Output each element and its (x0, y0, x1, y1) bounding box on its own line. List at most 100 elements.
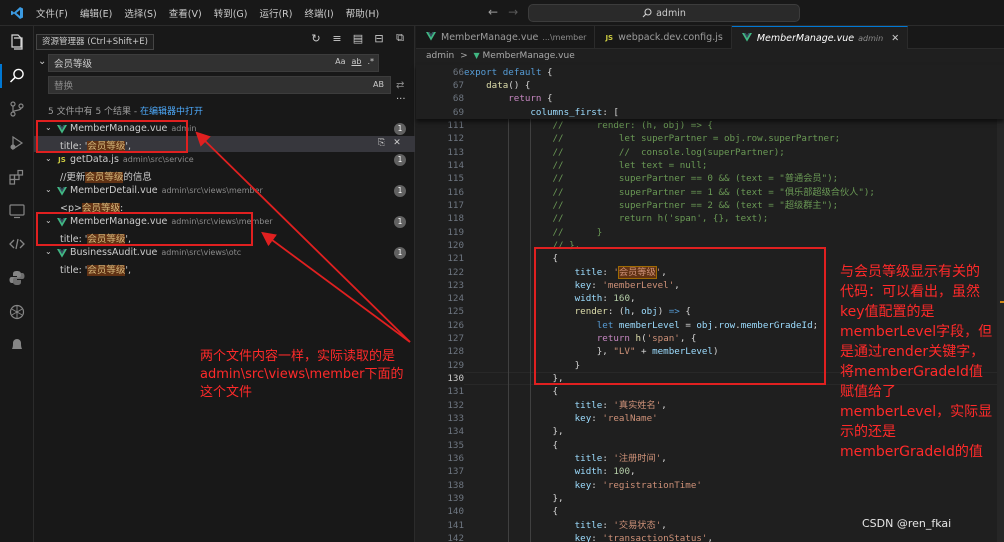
result-file-row[interactable]: ⌄ JS getData.js admin\src\service 1 (34, 152, 415, 168)
sticky-scroll: 66 export default {67 data() {68 return {… (416, 65, 1004, 119)
code-token: { (464, 439, 559, 451)
code-token: key (574, 479, 592, 491)
remote-explorer-icon[interactable] (7, 201, 27, 221)
code-token: { (464, 506, 559, 518)
line-number: 142 (447, 532, 464, 542)
line-number: 115 (447, 173, 464, 185)
toggle-replace-chevron-icon[interactable]: ⌄ (38, 56, 46, 67)
code-line: 139 }, (416, 492, 1004, 505)
use-regex-icon[interactable]: .* (367, 57, 374, 66)
code-token: // let text = null; (552, 159, 708, 171)
code-brackets-icon[interactable] (7, 234, 27, 254)
menu-item[interactable]: 终端(I) (298, 6, 339, 20)
vscode-logo-icon (6, 2, 28, 24)
run-debug-icon[interactable] (7, 133, 27, 153)
menu-item[interactable]: 转到(G) (208, 6, 254, 20)
tab-subtitle: admin (858, 33, 884, 43)
chevron-down-icon[interactable]: ⌄ (45, 185, 52, 194)
result-file-row[interactable]: ⌄ MemberDetail.vue admin\src\views\member 1 (34, 183, 415, 199)
line-number: 111 (447, 120, 464, 131)
line-number: 133 (447, 413, 464, 425)
menu-item[interactable]: 帮助(H) (340, 6, 386, 20)
python-icon[interactable] (7, 268, 27, 288)
close-icon[interactable]: ✕ (891, 33, 899, 44)
indent-guide (530, 119, 531, 542)
code-token: // superPartner == 1 && (text = "俱乐部超级合伙… (552, 186, 875, 198)
back-arrow-icon[interactable]: ← (488, 5, 498, 19)
editor-tab[interactable]: MemberManage.vue admin ✕ (731, 26, 909, 49)
code-token: // } (552, 226, 603, 238)
result-match-row[interactable]: //更新会员等级的信息 (34, 167, 415, 183)
menu-item[interactable]: 文件(F) (30, 6, 74, 20)
code-token: // return h('span', {}, text); (552, 213, 769, 225)
search-view-icon[interactable] (0, 64, 27, 88)
line-number: 131 (447, 386, 464, 398)
code-token: key (574, 413, 592, 425)
editor-scrollbar[interactable] (994, 65, 1004, 542)
code-token: }, (464, 426, 564, 438)
code-token: , (630, 466, 636, 478)
explorer-icon[interactable] (7, 32, 27, 52)
clear-results-icon[interactable]: ≡ (331, 32, 343, 45)
code-token: // render: (h, obj) => { (552, 120, 713, 131)
code-token: { (541, 67, 553, 78)
menu-item[interactable]: 编辑(E) (74, 6, 118, 20)
annotation-line: key值配置的是 (840, 304, 935, 320)
editor-tab[interactable]: JS webpack.dev.config.js (595, 26, 732, 49)
chevron-down-icon[interactable]: ⌄ (45, 247, 52, 256)
code-token: }, (464, 492, 564, 504)
refresh-icon[interactable]: ↻ (310, 32, 322, 45)
bell-icon[interactable] (7, 335, 27, 355)
match-actions: ⎘ ✕ (378, 138, 401, 148)
forward-arrow-icon[interactable]: → (508, 5, 518, 19)
code-token: : (602, 399, 614, 411)
replace-all-icon[interactable]: ⇄ (396, 80, 404, 91)
match-whole-word-icon[interactable]: ab (351, 57, 361, 66)
result-count-badge: 1 (394, 123, 406, 135)
result-file-row[interactable]: ⌄ BusinessAudit.vue admin\src\views\otc 1 (34, 245, 415, 261)
code-token: // // console.log(superPartner); (552, 146, 785, 158)
match-case-icon[interactable]: Aa (335, 57, 345, 66)
line-number: 128 (447, 346, 464, 358)
line-number: 118 (447, 213, 464, 225)
extensions-icon[interactable] (7, 167, 27, 187)
editor-tabs: MemberManage.vue ...\member JS webpack.dev.… (416, 26, 1004, 49)
openai-icon[interactable] (7, 302, 27, 322)
code-token: : (591, 532, 603, 542)
line-number: 127 (447, 333, 464, 345)
chevron-down-icon[interactable]: ⌄ (45, 154, 52, 163)
search-input[interactable]: 会员等级 Aa ab .* (48, 54, 379, 72)
open-in-editor-link[interactable]: 在编辑器中打开 (140, 107, 203, 117)
dismiss-icon[interactable]: ✕ (393, 138, 401, 148)
menu-item[interactable]: 运行(R) (253, 6, 298, 20)
menu-item[interactable]: 选择(S) (118, 6, 162, 20)
activity-bar (0, 26, 34, 542)
code-line: 67 data() { (416, 79, 1004, 92)
breadcrumb-root[interactable]: admin (426, 51, 454, 61)
annotation-line: 两个文件内容一样，实际读取的是 (200, 349, 396, 364)
annotation-left: 两个文件内容一样，实际读取的是 admin\src\views\member下面的… (200, 348, 403, 402)
explorer-tooltip: 资源管理器 (Ctrl+Shift+E) (36, 34, 154, 50)
replace-input[interactable]: 替换 AB (48, 76, 391, 94)
result-match-row[interactable]: title: '会员等级', (34, 260, 415, 276)
view-as-tree-icon[interactable]: ⧉ (394, 31, 406, 44)
breadcrumb-file[interactable]: MemberManage.vue (483, 51, 575, 61)
code-line: 113 // // console.log(superPartner); (416, 146, 1004, 159)
editor-tab[interactable]: MemberManage.vue ...\member (416, 26, 596, 49)
new-search-editor-icon[interactable]: ▤ (352, 32, 364, 45)
collapse-all-icon[interactable]: ⊟ (373, 32, 385, 45)
more-options-icon[interactable]: ··· (396, 94, 406, 105)
line-number: 129 (447, 359, 464, 371)
line-number: 124 (447, 293, 464, 305)
code-token: : (602, 466, 614, 478)
replace-icon[interactable]: ⎘ (378, 138, 385, 148)
code-token: columns_first (530, 106, 603, 118)
command-center[interactable]: admin (528, 4, 800, 22)
menu-item[interactable]: 查看(V) (163, 6, 208, 20)
source-control-icon[interactable] (7, 99, 27, 119)
preserve-case-icon[interactable]: AB (373, 80, 384, 89)
code-token: // superPartner == 0 && (text = "普通会员"); (552, 173, 839, 185)
annotation-line: 这个文件 (200, 385, 253, 400)
code-token: export (464, 67, 498, 78)
